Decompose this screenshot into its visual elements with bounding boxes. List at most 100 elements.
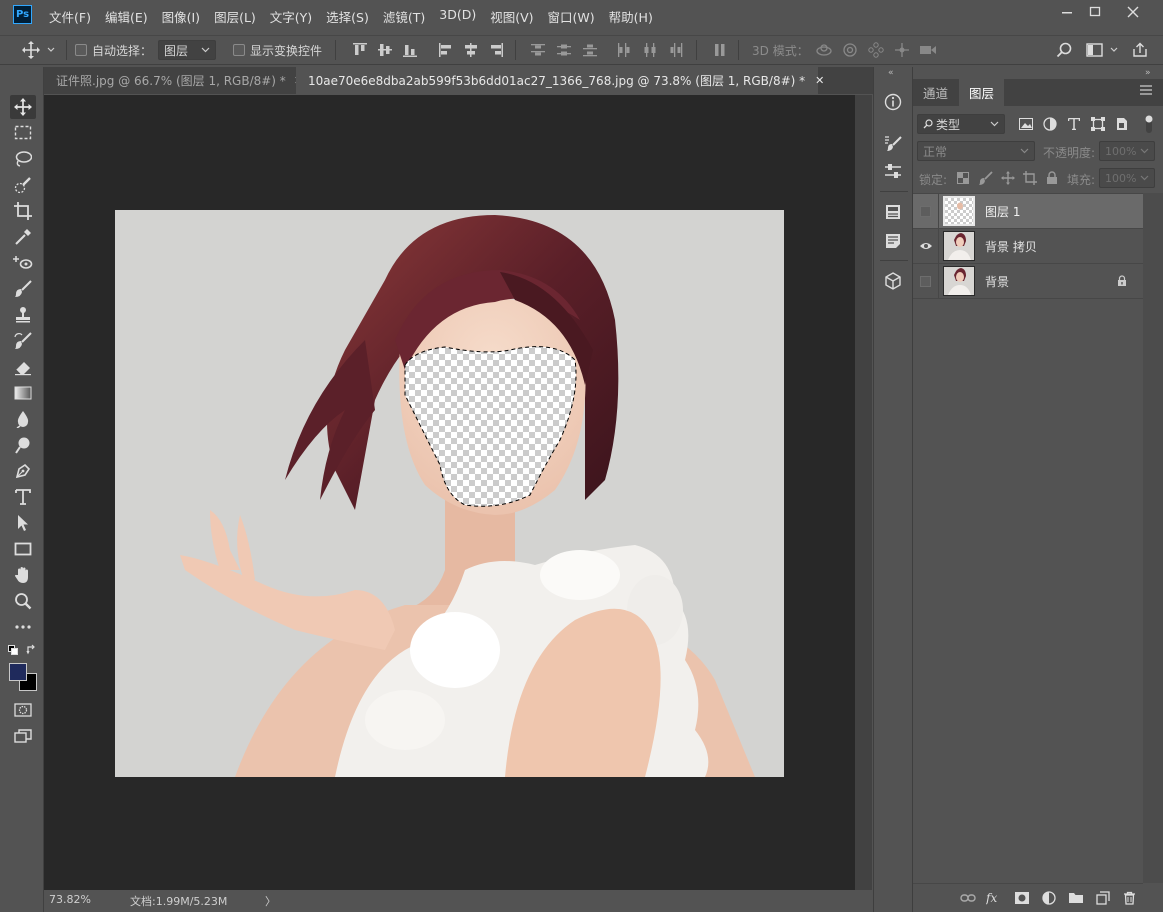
quick-mask-button[interactable] bbox=[10, 698, 36, 722]
lock-pixels-button[interactable] bbox=[976, 168, 996, 188]
align-top-button[interactable] bbox=[350, 40, 370, 60]
filter-pixel-button[interactable] bbox=[1016, 114, 1036, 134]
distribute-hcenter-button[interactable] bbox=[640, 40, 660, 60]
menu-filter[interactable]: 滤镜(T) bbox=[376, 5, 432, 28]
align-right-button[interactable] bbox=[486, 40, 506, 60]
menu-edit[interactable]: 编辑(E) bbox=[98, 5, 155, 28]
info-panel-button[interactable] bbox=[883, 92, 903, 112]
dodge-tool[interactable] bbox=[10, 433, 36, 457]
align-left-button[interactable] bbox=[436, 40, 456, 60]
document-image[interactable] bbox=[115, 210, 784, 777]
visibility-toggle[interactable] bbox=[913, 228, 939, 264]
zoom-level[interactable]: 73.82% bbox=[49, 893, 91, 906]
layer-row-background[interactable]: 背景 bbox=[913, 263, 1143, 299]
menu-3d[interactable]: 3D(D) bbox=[432, 5, 483, 28]
marquee-tool[interactable] bbox=[10, 121, 36, 145]
lock-position-button[interactable] bbox=[998, 168, 1018, 188]
distribute-bottom-button[interactable] bbox=[580, 40, 600, 60]
menu-file[interactable]: 文件(F) bbox=[42, 5, 98, 28]
foreground-color-swatch[interactable] bbox=[9, 663, 27, 681]
canvas-area[interactable] bbox=[44, 95, 855, 890]
lock-all-button[interactable] bbox=[1042, 168, 1062, 188]
move-tool[interactable] bbox=[10, 95, 36, 119]
distribute-vcenter-button[interactable] bbox=[554, 40, 574, 60]
tab-active-document[interactable]: 10ae70e6e8dba2ab599f53b6dd01ac27_1366_76… bbox=[296, 67, 824, 94]
edit-toolbar-button[interactable] bbox=[10, 615, 36, 639]
tab-id-photo[interactable]: 证件照.jpg @ 66.7% (图层 1, RGB/8#) * ✕ bbox=[44, 67, 303, 94]
link-layers-button[interactable] bbox=[954, 893, 981, 903]
panel-menu-button[interactable] bbox=[1140, 85, 1152, 95]
close-button[interactable] bbox=[1115, 0, 1151, 24]
close-icon[interactable]: ✕ bbox=[815, 74, 824, 87]
rectangle-tool[interactable] bbox=[10, 537, 36, 561]
blur-tool[interactable] bbox=[10, 407, 36, 431]
eraser-tool[interactable] bbox=[10, 355, 36, 379]
type-tool[interactable] bbox=[10, 485, 36, 509]
align-vcenter-button[interactable] bbox=[375, 40, 395, 60]
3d-pan-button[interactable] bbox=[866, 40, 886, 60]
crop-tool[interactable] bbox=[10, 199, 36, 223]
default-colors-button[interactable] bbox=[8, 645, 18, 655]
menu-layer[interactable]: 图层(L) bbox=[207, 5, 263, 28]
layer-row-background-copy[interactable]: 背景 拷贝 bbox=[913, 228, 1143, 264]
zoom-tool[interactable] bbox=[10, 589, 36, 613]
eyedropper-tool[interactable] bbox=[10, 225, 36, 249]
collapse-panels-icon[interactable]: « bbox=[888, 68, 894, 78]
filter-smart-object-button[interactable] bbox=[1112, 114, 1132, 134]
filter-type-button[interactable] bbox=[1064, 114, 1084, 134]
layer-style-button[interactable]: fx bbox=[981, 891, 1008, 905]
layer-filter-dropdown[interactable]: 类型 bbox=[917, 114, 1005, 134]
distribute-right-button[interactable] bbox=[666, 40, 686, 60]
3d-slide-button[interactable] bbox=[892, 40, 912, 60]
layer-list-scrollbar[interactable] bbox=[1143, 193, 1163, 883]
hand-tool[interactable] bbox=[10, 563, 36, 587]
align-bottom-button[interactable] bbox=[400, 40, 420, 60]
3d-orbit-button[interactable] bbox=[814, 40, 834, 60]
distribute-left-button[interactable] bbox=[614, 40, 634, 60]
quick-select-tool[interactable] bbox=[10, 173, 36, 197]
layer-name[interactable]: 背景 拷贝 bbox=[985, 238, 1037, 255]
visibility-toggle[interactable] bbox=[913, 263, 939, 299]
align-hcenter-button[interactable] bbox=[461, 40, 481, 60]
swap-colors-button[interactable] bbox=[26, 644, 37, 655]
brush-tool[interactable] bbox=[10, 277, 36, 301]
lock-artboard-button[interactable] bbox=[1020, 168, 1040, 188]
new-adjustment-layer-button[interactable] bbox=[1035, 890, 1062, 905]
brush-settings-button[interactable] bbox=[883, 133, 903, 153]
tab-layers[interactable]: 图层 bbox=[959, 79, 1005, 106]
clone-stamp-tool[interactable] bbox=[10, 303, 36, 327]
new-group-button[interactable] bbox=[1062, 891, 1089, 904]
auto-select-target-dropdown[interactable]: 图层 bbox=[158, 40, 216, 60]
delete-layer-button[interactable] bbox=[1116, 891, 1143, 905]
opacity-field[interactable]: 100% bbox=[1099, 141, 1155, 161]
vertical-scrollbar[interactable] bbox=[855, 95, 872, 890]
lock-transparent-button[interactable] bbox=[953, 168, 973, 188]
auto-align-button[interactable] bbox=[710, 40, 730, 60]
menu-type[interactable]: 文字(Y) bbox=[263, 5, 319, 28]
layer-name[interactable]: 背景 bbox=[985, 273, 1009, 290]
adjustments-button[interactable] bbox=[883, 161, 903, 181]
tab-channels[interactable]: 通道 bbox=[913, 79, 958, 106]
3d-camera-button[interactable] bbox=[918, 40, 938, 60]
menu-view[interactable]: 视图(V) bbox=[483, 5, 540, 28]
notes-panel-button[interactable] bbox=[883, 231, 903, 251]
blend-mode-dropdown[interactable]: 正常 bbox=[917, 141, 1035, 161]
gradient-tool[interactable] bbox=[10, 381, 36, 405]
menu-select[interactable]: 选择(S) bbox=[319, 5, 376, 28]
layer-row-layer1[interactable]: 图层 1 bbox=[913, 193, 1143, 229]
properties-panel-button[interactable] bbox=[883, 202, 903, 222]
filter-shape-button[interactable] bbox=[1088, 114, 1108, 134]
filter-toggle-switch[interactable] bbox=[1145, 114, 1153, 134]
path-select-tool[interactable] bbox=[10, 511, 36, 535]
visibility-toggle[interactable] bbox=[913, 193, 939, 229]
expand-panels-icon[interactable]: » bbox=[1145, 68, 1151, 78]
menu-image[interactable]: 图像(I) bbox=[155, 5, 207, 28]
share-button[interactable] bbox=[1130, 40, 1150, 60]
distribute-top-button[interactable] bbox=[528, 40, 548, 60]
workspace-switcher[interactable] bbox=[1084, 40, 1122, 60]
maximize-button[interactable] bbox=[1077, 0, 1113, 24]
healing-brush-tool[interactable] bbox=[10, 251, 36, 275]
menu-help[interactable]: 帮助(H) bbox=[602, 5, 660, 28]
menu-window[interactable]: 窗口(W) bbox=[541, 5, 602, 28]
lasso-tool[interactable] bbox=[10, 147, 36, 171]
